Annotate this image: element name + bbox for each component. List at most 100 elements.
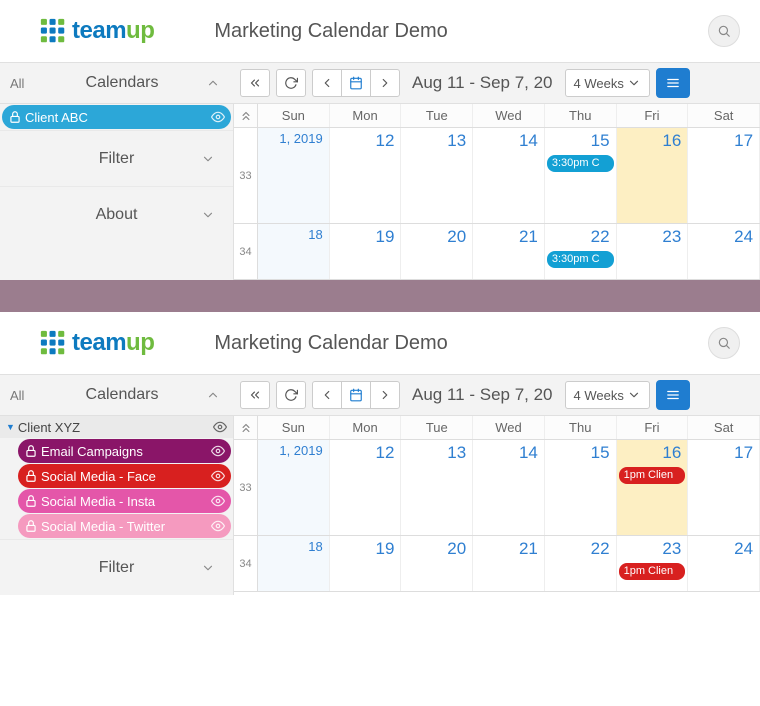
- day-number: 18: [258, 224, 329, 245]
- day-number: 12: [330, 128, 401, 154]
- chevron-down-icon: [201, 561, 219, 575]
- search-button[interactable]: [708, 327, 740, 359]
- collapse-weeks-button[interactable]: [234, 416, 258, 439]
- today-button[interactable]: [341, 69, 371, 97]
- eye-icon[interactable]: [211, 519, 225, 533]
- calendars-header[interactable]: AllCalendars: [0, 63, 234, 103]
- next-button[interactable]: [370, 69, 400, 97]
- day-cell[interactable]: 17: [688, 128, 760, 223]
- day-cell[interactable]: 24: [688, 536, 760, 591]
- dow-label: Fri: [617, 104, 689, 127]
- calendar-group-header[interactable]: ▼Client XYZ: [0, 416, 233, 438]
- day-cell[interactable]: 20: [401, 224, 473, 279]
- eye-icon[interactable]: [211, 469, 225, 483]
- chevron-up-icon[interactable]: [206, 76, 224, 90]
- refresh-button[interactable]: [276, 69, 306, 97]
- day-cell[interactable]: 22: [545, 536, 617, 591]
- day-cell[interactable]: 19: [330, 224, 402, 279]
- day-number: 19: [330, 224, 401, 250]
- view-select[interactable]: 4 Weeks: [565, 381, 650, 409]
- day-cell[interactable]: 1, 2019: [258, 128, 330, 223]
- day-cell[interactable]: 18: [258, 536, 330, 591]
- calendar-item[interactable]: Email Campaigns: [18, 439, 231, 463]
- lock-icon: [24, 469, 38, 483]
- logo[interactable]: teamup: [40, 329, 154, 357]
- date-range-label: Aug 11 - Sep 7, 20: [412, 73, 553, 93]
- day-number: 21: [473, 224, 544, 250]
- day-number: 20: [401, 224, 472, 250]
- calendar-item-label: Email Campaigns: [41, 444, 211, 459]
- day-cell[interactable]: 13: [401, 128, 473, 223]
- chevron-up-icon[interactable]: [206, 388, 224, 402]
- day-cell[interactable]: 1, 2019: [258, 440, 330, 535]
- dow-label: Thu: [545, 104, 617, 127]
- sidebar-section-filter[interactable]: Filter: [0, 130, 233, 186]
- page-title: Marketing Calendar Demo: [214, 332, 447, 355]
- view-select[interactable]: 4 Weeks: [565, 69, 650, 97]
- calendar-item[interactable]: Client ABC: [2, 105, 231, 129]
- day-number: 17: [688, 128, 759, 154]
- day-cell[interactable]: 153:30pm C: [545, 128, 617, 223]
- day-cell[interactable]: 18: [258, 224, 330, 279]
- day-number: 23: [617, 224, 688, 250]
- eye-icon[interactable]: [211, 494, 225, 508]
- day-cell[interactable]: 17: [688, 440, 760, 535]
- day-cell[interactable]: 20: [401, 536, 473, 591]
- dow-label: Wed: [473, 416, 545, 439]
- chevron-down-icon: [201, 208, 219, 222]
- day-cell[interactable]: 161pm Clien: [617, 440, 689, 535]
- refresh-button[interactable]: [276, 381, 306, 409]
- event[interactable]: 1pm Clien: [619, 563, 686, 580]
- menu-button[interactable]: [656, 380, 690, 410]
- search-button[interactable]: [708, 15, 740, 47]
- event[interactable]: 3:30pm C: [547, 251, 614, 268]
- day-cell[interactable]: 19: [330, 536, 402, 591]
- sidebar-section-filter[interactable]: Filter: [0, 539, 233, 595]
- day-number: 14: [473, 440, 544, 466]
- collapse-sidebar-button[interactable]: [240, 381, 270, 409]
- calendars-label: Calendars: [38, 74, 206, 92]
- prev-button[interactable]: [312, 69, 342, 97]
- day-number: 16: [617, 128, 688, 154]
- lock-icon: [24, 494, 38, 508]
- day-cell[interactable]: 14: [473, 128, 545, 223]
- event[interactable]: 1pm Clien: [619, 467, 686, 484]
- day-cell[interactable]: 16: [617, 128, 689, 223]
- day-cell[interactable]: 13: [401, 440, 473, 535]
- day-cell[interactable]: 21: [473, 536, 545, 591]
- dow-label: Thu: [545, 416, 617, 439]
- day-cell[interactable]: 231pm Clien: [617, 536, 689, 591]
- calendar-item[interactable]: Social Media - Insta: [18, 489, 231, 513]
- today-button[interactable]: [341, 381, 371, 409]
- day-number: 22: [545, 536, 616, 562]
- prev-button[interactable]: [312, 381, 342, 409]
- calendar-item[interactable]: Social Media - Face: [18, 464, 231, 488]
- day-cell[interactable]: 23: [617, 224, 689, 279]
- sidebar-section-about[interactable]: About: [0, 186, 233, 242]
- menu-button[interactable]: [656, 68, 690, 98]
- collapse-weeks-button[interactable]: [234, 104, 258, 127]
- calendar-item-label: Social Media - Twitter: [41, 519, 211, 534]
- day-cell[interactable]: 15: [545, 440, 617, 535]
- day-cell[interactable]: 14: [473, 440, 545, 535]
- day-cell[interactable]: 223:30pm C: [545, 224, 617, 279]
- calendar-item-label: Social Media - Insta: [41, 494, 211, 509]
- day-cell[interactable]: 21: [473, 224, 545, 279]
- day-number: 12: [330, 440, 401, 466]
- day-number: 18: [258, 536, 329, 557]
- calendar-item[interactable]: Social Media - Twitter: [18, 514, 231, 538]
- day-number: 19: [330, 536, 401, 562]
- day-cell[interactable]: 12: [330, 128, 402, 223]
- event[interactable]: 3:30pm C: [547, 155, 614, 172]
- day-cell[interactable]: 24: [688, 224, 760, 279]
- logo[interactable]: teamup: [40, 17, 154, 45]
- eye-icon[interactable]: [211, 444, 225, 458]
- eye-icon[interactable]: [213, 420, 227, 434]
- eye-icon[interactable]: [211, 110, 225, 124]
- collapse-sidebar-button[interactable]: [240, 69, 270, 97]
- calendars-header[interactable]: AllCalendars: [0, 375, 234, 415]
- dow-label: Sun: [258, 104, 330, 127]
- triangle-down-icon: ▼: [6, 422, 15, 432]
- next-button[interactable]: [370, 381, 400, 409]
- day-cell[interactable]: 12: [330, 440, 402, 535]
